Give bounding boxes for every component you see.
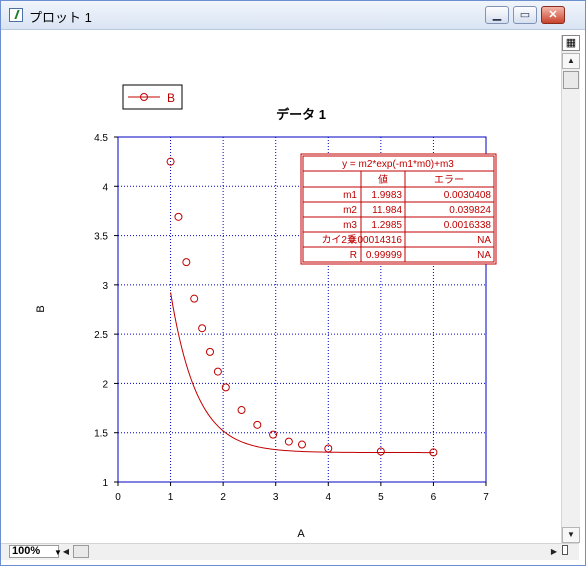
arrow-right-icon: ▶ [550,547,558,556]
y-axis-ticks: 1 1.5 2 2.5 3 3.5 4 4.5 [94,133,118,489]
param-value: 11.984 [372,205,402,216]
minimize-icon: ▁ [492,9,502,21]
restore-icon: ▭ [519,9,531,21]
param-value: 0.99999 [366,250,403,261]
fit-results-table[interactable]: y = m2*exp(-m1*m0)+m3 値 エラー m1 1.9983 0.… [300,153,497,265]
param-name: m3 [343,220,357,231]
param-error: 0.0030408 [444,190,492,201]
x-tick-label: 7 [483,492,489,503]
arrow-down-icon: ▼ [567,530,575,539]
horizontal-scrollbar[interactable]: 100% ▼ ◀ ▶ [1,543,579,560]
close-button[interactable]: ✕ [541,6,565,24]
y-tick-label: 4 [102,182,108,193]
zoom-select[interactable]: 100% ▼ [9,545,62,558]
param-error: NA [477,235,491,246]
scroll-up-button[interactable]: ▲ [562,53,580,69]
arrow-up-icon: ▲ [567,56,575,65]
close-icon: ✕ [548,9,558,21]
scroll-right-button[interactable]: ▶ [547,545,561,558]
y-tick-label: 3.5 [94,232,108,243]
x-tick-label: 5 [378,492,384,503]
x-tick-label: 4 [326,492,332,503]
data-point[interactable] [237,406,246,415]
param-value: 0.00014316 [349,235,402,246]
fit-curve [170,292,434,454]
data-point[interactable] [213,367,222,376]
y-tick-label: 1 [102,478,108,489]
y-axis-label: B [35,305,47,312]
data-point[interactable] [198,324,207,333]
value-header: 値 [378,173,388,186]
param-error: 0.039824 [449,205,491,216]
x-tick-label: 0 [115,492,121,503]
data-point[interactable] [182,258,191,267]
title-bar[interactable]: プロット 1 ▁ ▭ ✕ [1,1,585,30]
y-tick-label: 3 [102,281,108,292]
window-title: プロット 1 [29,10,92,25]
resize-grip[interactable] [562,545,568,555]
split-handle[interactable]: ▦ [562,35,580,51]
plot-window-icon[interactable] [9,8,23,22]
data-point[interactable] [298,440,306,449]
error-header: エラー [434,174,464,186]
param-error: 0.0016338 [444,220,492,231]
data-point[interactable] [253,420,262,429]
data-point[interactable] [190,294,199,303]
minimize-button[interactable]: ▁ [485,6,509,24]
legend-label: B [167,91,175,105]
x-tick-label: 1 [168,492,174,503]
scroll-down-button[interactable]: ▼ [562,527,580,543]
vertical-scrollbar[interactable]: ▦ ▲ ▼ [561,35,580,543]
x-axis-ticks: 0 1 2 3 4 5 6 7 [115,482,489,503]
zoom-value: 100% [12,545,41,557]
split-grid-icon: ▦ [565,37,577,49]
restore-button[interactable]: ▭ [513,6,537,24]
plot-canvas: B データ 1 01234567 11.522.533.544.5 A B y … [35,84,497,540]
fit-equation: y = m2*exp(-m1*m0)+m3 [342,159,454,170]
y-tick-label: 2.5 [94,330,108,341]
param-name: m2 [343,205,357,216]
x-tick-label: 2 [220,492,226,503]
scroll-left-button[interactable]: ◀ [59,545,73,558]
data-point[interactable] [174,212,183,221]
arrow-left-icon: ◀ [62,547,70,556]
param-error: NA [477,250,491,261]
param-value: 1.9983 [371,190,402,201]
data-point[interactable] [284,437,293,446]
chart-title: データ 1 [276,107,326,122]
vertical-scroll-thumb[interactable] [563,71,579,89]
y-tick-label: 1.5 [94,429,108,440]
x-axis-label: A [297,528,305,540]
y-tick-label: 4.5 [94,133,108,144]
x-tick-label: 3 [273,492,279,503]
legend[interactable]: B [122,84,183,110]
plot-window: プロット 1 ▁ ▭ ✕ B データ 1 01234567 1 1.5 2 2.5 3 3… [0,0,586,566]
horizontal-scroll-thumb[interactable] [73,545,89,558]
param-name: R [350,250,357,261]
data-point[interactable] [206,347,214,356]
param-value: 1.2985 [371,220,402,231]
data-point[interactable] [221,383,230,392]
param-name: m1 [343,190,357,201]
data-point[interactable] [376,447,385,456]
y-tick-label: 2 [102,379,108,390]
x-tick-label: 6 [431,492,437,503]
